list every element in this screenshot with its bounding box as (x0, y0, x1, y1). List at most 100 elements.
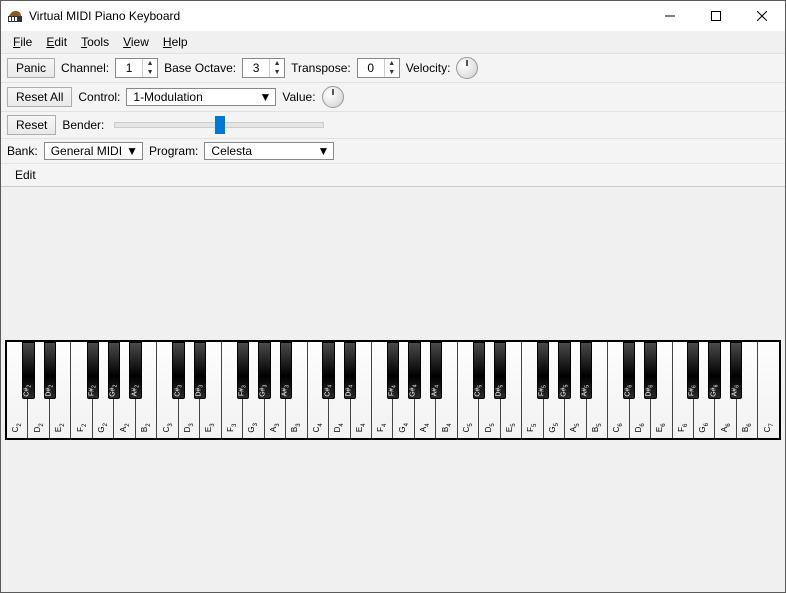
black-key-Asharp6[interactable]: A#6 (730, 342, 742, 400)
bank-label: Bank: (7, 144, 38, 158)
control-dropdown[interactable]: 1-Modulation▼ (126, 88, 276, 106)
toolbar-bender: Reset Bender: (1, 111, 785, 138)
toolbar-controller: Reset All Control: 1-Modulation▼ Value: (1, 82, 785, 111)
key-label: G4 (398, 423, 410, 433)
channel-input[interactable] (116, 59, 142, 77)
key-label: C2 (11, 423, 23, 432)
black-key-Dsharp2[interactable]: D#2 (44, 342, 56, 400)
minimize-button[interactable] (647, 1, 693, 31)
key-label: F6 (677, 424, 689, 432)
black-key-Fsharp6[interactable]: F#6 (687, 342, 699, 400)
black-key-Csharp6[interactable]: C#6 (623, 342, 635, 400)
black-key-Fsharp4[interactable]: F#4 (387, 342, 399, 400)
channel-spinner[interactable]: ▲▼ (115, 58, 158, 78)
key-label: A#2 (131, 385, 140, 396)
key-label: F5 (527, 424, 539, 432)
channel-up-icon[interactable]: ▲ (143, 59, 157, 68)
white-key-C7[interactable]: C7 (758, 342, 778, 438)
chevron-down-icon: ▼ (125, 144, 139, 158)
baseoctave-up-icon[interactable]: ▲ (270, 59, 284, 68)
key-label: C4 (312, 423, 324, 432)
black-key-Asharp3[interactable]: A#3 (280, 342, 292, 400)
key-label: A#6 (731, 385, 740, 396)
bank-value: General MIDI (48, 144, 125, 158)
key-label: F#3 (238, 385, 247, 396)
program-dropdown[interactable]: Celesta▼ (204, 142, 334, 160)
key-label: D5 (484, 423, 496, 432)
bank-dropdown[interactable]: General MIDI▼ (44, 142, 143, 160)
channel-down-icon[interactable]: ▼ (143, 68, 157, 77)
key-label: G#4 (410, 384, 419, 396)
transpose-input[interactable] (358, 59, 384, 77)
bender-label: Bender: (62, 118, 104, 132)
key-label: E5 (505, 423, 517, 432)
key-label: A#5 (581, 385, 590, 396)
black-key-Asharp5[interactable]: A#5 (580, 342, 592, 400)
edit-button[interactable]: Edit (7, 166, 44, 184)
black-key-Asharp4[interactable]: A#4 (430, 342, 442, 400)
black-key-Csharp5[interactable]: C#5 (473, 342, 485, 400)
black-key-Asharp2[interactable]: A#2 (129, 342, 141, 400)
key-label: D#6 (646, 385, 655, 397)
chevron-down-icon: ▼ (316, 144, 330, 158)
black-key-Gsharp4[interactable]: G#4 (408, 342, 420, 400)
baseoctave-down-icon[interactable]: ▼ (270, 68, 284, 77)
key-label: C#4 (324, 385, 333, 397)
black-key-Dsharp6[interactable]: D#6 (644, 342, 656, 400)
key-label: B5 (591, 423, 603, 432)
key-label: G2 (97, 423, 109, 433)
key-label: G#5 (560, 384, 569, 396)
reset-button[interactable]: Reset (7, 115, 56, 135)
transpose-down-icon[interactable]: ▼ (385, 68, 399, 77)
transpose-label: Transpose: (291, 61, 351, 75)
key-label: D2 (33, 423, 45, 432)
black-key-Dsharp3[interactable]: D#3 (194, 342, 206, 400)
key-label: G5 (548, 423, 560, 433)
black-key-Fsharp3[interactable]: F#3 (237, 342, 249, 400)
black-key-Dsharp4[interactable]: D#4 (344, 342, 356, 400)
black-key-Gsharp3[interactable]: G#3 (258, 342, 270, 400)
toolbar-edit: Edit (1, 163, 785, 186)
key-label: B6 (741, 423, 753, 432)
black-key-Csharp2[interactable]: C#2 (22, 342, 34, 400)
bender-thumb[interactable] (215, 116, 225, 134)
panic-button[interactable]: Panic (7, 58, 55, 78)
black-key-Fsharp5[interactable]: F#5 (537, 342, 549, 400)
black-key-Gsharp2[interactable]: G#2 (108, 342, 120, 400)
menu-view[interactable]: View (117, 33, 155, 51)
key-label: C#6 (624, 385, 633, 397)
black-key-Csharp4[interactable]: C#4 (322, 342, 334, 400)
baseoctave-spinner[interactable]: ▲▼ (242, 58, 285, 78)
black-key-Gsharp6[interactable]: G#6 (708, 342, 720, 400)
bender-slider[interactable] (114, 122, 324, 128)
menu-file[interactable]: File (7, 33, 38, 51)
baseoctave-input[interactable] (243, 59, 269, 77)
resetall-button[interactable]: Reset All (7, 87, 72, 107)
menu-help[interactable]: Help (157, 33, 194, 51)
maximize-button[interactable] (693, 1, 739, 31)
close-button[interactable] (739, 1, 785, 31)
control-value: 1-Modulation (130, 90, 258, 104)
piano-area: C2D2E2F2G2A2B2C3D3E3F3G3A3B3C4D4E4F4G4A4… (1, 186, 785, 592)
menu-edit[interactable]: Edit (40, 33, 73, 51)
key-label: D#5 (496, 385, 505, 397)
black-key-Gsharp5[interactable]: G#5 (558, 342, 570, 400)
black-key-Csharp3[interactable]: C#3 (172, 342, 184, 400)
velocity-knob[interactable] (456, 57, 478, 79)
black-key-Dsharp5[interactable]: D#5 (494, 342, 506, 400)
black-key-Fsharp2[interactable]: F#2 (87, 342, 99, 400)
key-label: G#6 (710, 384, 719, 396)
key-label: A#3 (281, 385, 290, 396)
transpose-spinner[interactable]: ▲▼ (357, 58, 400, 78)
menu-tools[interactable]: Tools (75, 33, 115, 51)
key-label: A4 (419, 423, 431, 432)
key-label: A6 (720, 423, 732, 432)
value-knob[interactable] (322, 86, 344, 108)
key-label: D#4 (345, 385, 354, 397)
transpose-up-icon[interactable]: ▲ (385, 59, 399, 68)
velocity-label: Velocity: (406, 61, 451, 75)
key-label: C#3 (174, 385, 183, 397)
key-label: B2 (140, 423, 152, 432)
key-label: B3 (291, 423, 303, 432)
program-value: Celesta (208, 144, 316, 158)
